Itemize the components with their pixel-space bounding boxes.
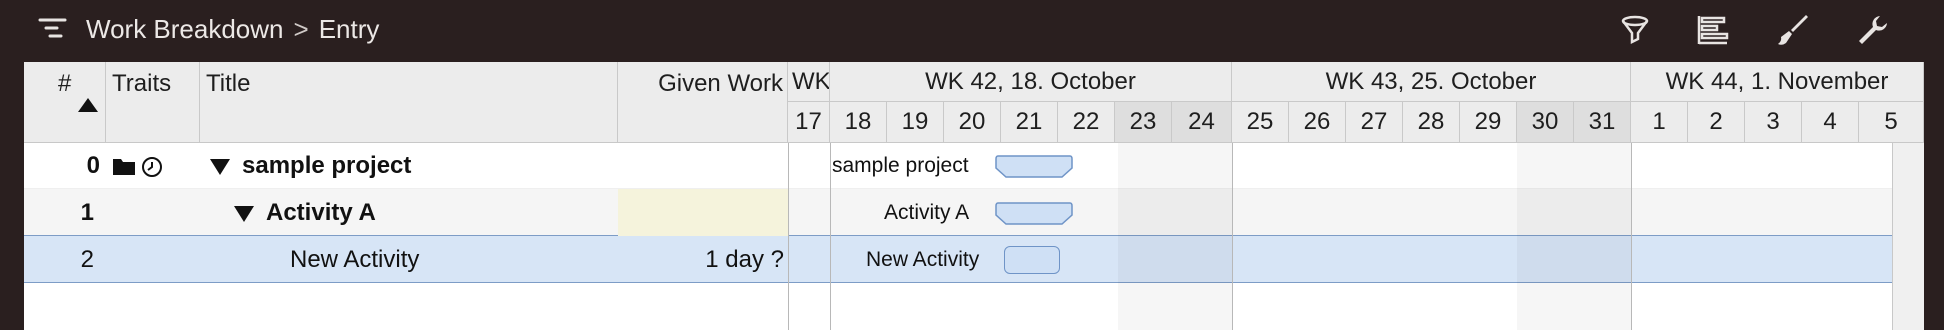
gantt-day-header: 5 [1859, 102, 1924, 142]
gantt-day-header: 25 [1232, 102, 1289, 142]
gantt-day-header: 1 [1631, 102, 1688, 142]
disclosure-triangle-icon[interactable] [210, 158, 230, 175]
gantt-day-header: 28 [1403, 102, 1460, 142]
toolbar: Work Breakdown > Entry [0, 0, 1944, 62]
gantt-day-header: 17 [788, 102, 830, 142]
divider [788, 142, 789, 330]
outline-icon[interactable] [36, 14, 70, 46]
gantt-day-header: 18 [830, 102, 887, 142]
gantt-week-header: WK 43, 25. October [1232, 62, 1631, 102]
column-header-traits[interactable]: Traits [106, 62, 200, 142]
gantt-day-header: 29 [1460, 102, 1517, 142]
gantt-week-header: WK 44, 1. November [1631, 62, 1924, 102]
gantt-day-header: 27 [1346, 102, 1403, 142]
gantt-day-header: 22 [1058, 102, 1115, 142]
gantt-day-header: 26 [1289, 102, 1346, 142]
gantt-day-header: 31 [1574, 102, 1631, 142]
gantt-scrollbar-track[interactable] [1892, 142, 1924, 330]
column-header-number[interactable]: # [24, 62, 106, 142]
divider [1232, 142, 1233, 330]
breadcrumb-root[interactable]: Work Breakdown [86, 14, 284, 45]
gantt-task-bar[interactable] [1004, 246, 1060, 274]
gantt-day-header: 30 [1517, 102, 1574, 142]
given-work-value[interactable]: 1 day ? [618, 236, 784, 283]
breadcrumb-separator: > [293, 14, 309, 44]
gantt-weekend-shade [1517, 142, 1631, 330]
row-title[interactable]: New Activity [290, 236, 419, 283]
sort-ascending-icon [78, 98, 98, 112]
given-work-highlight [618, 189, 788, 236]
row-number: 2 [80, 246, 94, 273]
gantt-bar-label: New Activity [866, 248, 980, 271]
work-breakdown-table: # Traits Title Given Work WK WK 42, 18. … [24, 62, 1924, 330]
gantt-day-header: 4 [1802, 102, 1859, 142]
row-number: 1 [80, 199, 94, 226]
breadcrumb: Work Breakdown > Entry [86, 14, 379, 45]
gantt-week-header: WK 42, 18. October [830, 62, 1232, 102]
clock-icon [142, 157, 162, 177]
gantt-bar-label: sample project [832, 154, 969, 177]
gantt-summary-bar[interactable] [994, 201, 1074, 227]
gantt-day-header: 2 [1688, 102, 1745, 142]
disclosure-triangle-icon[interactable] [234, 205, 254, 222]
column-header-title[interactable]: Title [200, 62, 618, 142]
gantt-summary-bar[interactable] [994, 154, 1074, 180]
traits-cell [112, 156, 164, 178]
gantt-day-header: 24 [1172, 102, 1232, 142]
gantt-bar-label: Activity A [884, 201, 970, 224]
row-number: 0 [86, 152, 100, 179]
filter-icon[interactable] [1618, 14, 1652, 46]
row-title[interactable]: sample project [210, 142, 411, 189]
folder-icon [113, 159, 135, 175]
brush-icon[interactable] [1776, 14, 1810, 46]
table-header: # Traits Title Given Work WK WK 42, 18. … [24, 62, 1924, 143]
gantt-day-header: 23 [1115, 102, 1172, 142]
divider [1631, 142, 1632, 330]
divider [1892, 142, 1893, 330]
gantt-day-header: 19 [887, 102, 944, 142]
divider [830, 142, 831, 330]
row-title[interactable]: Activity A [234, 189, 376, 236]
breadcrumb-current: Entry [318, 14, 380, 44]
gantt-week-header: WK [788, 62, 830, 102]
wrench-icon[interactable] [1856, 14, 1890, 46]
gantt-weekend-shade [1118, 142, 1232, 330]
gantt-day-header: 21 [1001, 102, 1058, 142]
gantt-day-header: 20 [944, 102, 1001, 142]
column-header-given-work[interactable]: Given Work [618, 62, 788, 142]
gantt-day-header: 3 [1745, 102, 1802, 142]
gantt-icon[interactable] [1696, 14, 1730, 46]
